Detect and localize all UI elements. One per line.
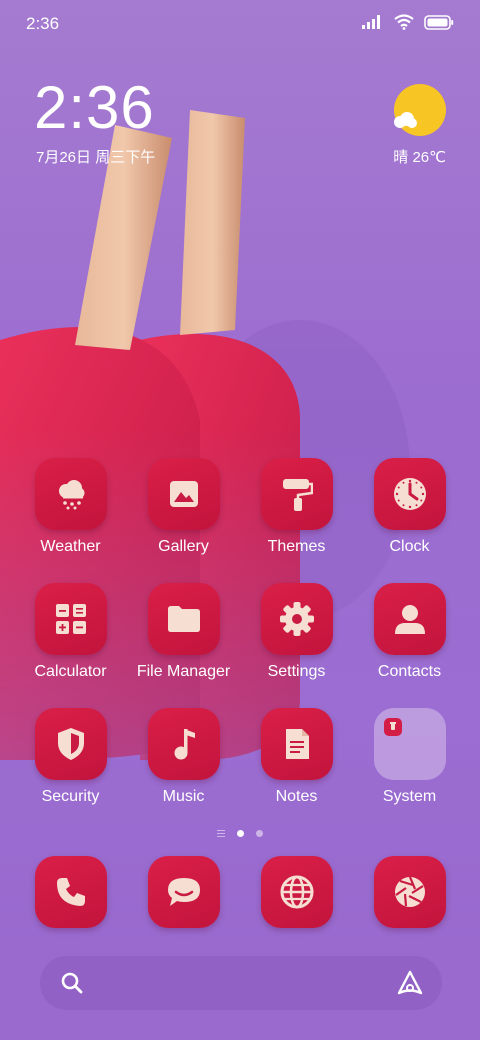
gallery-icon: [147, 458, 220, 530]
app-label: Weather: [40, 538, 101, 555]
messages-icon: [147, 856, 220, 928]
signal-icon: [362, 15, 380, 29]
page-dot-active: [237, 830, 244, 837]
voice-assistant-icon[interactable]: [396, 969, 424, 997]
page-dot: [256, 830, 263, 837]
themes-icon: [260, 458, 333, 530]
app-gallery[interactable]: Gallery: [127, 458, 240, 556]
wifi-icon: [394, 14, 414, 30]
app-label: System: [382, 788, 437, 805]
app-label: Clock: [389, 538, 430, 555]
app-clock[interactable]: Clock: [353, 458, 466, 556]
app-label: Themes: [267, 538, 326, 555]
app-label: Notes: [275, 788, 318, 805]
mini-app-icon: [383, 718, 402, 736]
app-label: File Manager: [136, 663, 231, 680]
browser-icon: [260, 856, 333, 928]
app-label: Security: [41, 788, 100, 805]
status-time: 2:36: [26, 14, 60, 33]
gear-icon: [260, 583, 333, 655]
app-weather[interactable]: Weather: [14, 458, 127, 556]
app-notes[interactable]: Notes: [240, 708, 353, 806]
app-label: Calculator: [34, 663, 107, 680]
app-music[interactable]: Music: [127, 708, 240, 806]
app-label: Gallery: [158, 538, 209, 555]
dock-phone[interactable]: [14, 856, 127, 928]
notes-icon: [260, 708, 333, 780]
app-label: Music: [162, 788, 205, 805]
search-icon: [61, 972, 83, 994]
status-bar: 2:36: [0, 0, 480, 50]
app-themes[interactable]: Themes: [240, 458, 353, 556]
folder-icon: [147, 583, 220, 655]
calculator-icon: [34, 583, 107, 655]
app-folder-system[interactable]: System: [353, 708, 466, 806]
clock-icon: [373, 458, 446, 530]
app-calculator[interactable]: Calculator: [14, 583, 127, 681]
page-indicator-list-icon: [217, 830, 225, 837]
app-file-manager[interactable]: File Manager: [127, 583, 240, 681]
dock-messages[interactable]: [127, 856, 240, 928]
page-indicator[interactable]: [0, 830, 480, 837]
clock-widget-date: 7月26日 周三下午: [36, 149, 156, 166]
dock-camera[interactable]: [353, 856, 466, 928]
sun-icon: [394, 84, 446, 136]
contacts-icon: [373, 583, 446, 655]
cloud-icon: [394, 112, 417, 128]
app-settings[interactable]: Settings: [240, 583, 353, 681]
battery-icon: [424, 14, 454, 30]
music-icon: [147, 708, 220, 780]
search-bar[interactable]: [40, 956, 442, 1010]
dock-browser[interactable]: [240, 856, 353, 928]
folder-group-icon: [373, 708, 446, 780]
shield-icon: [34, 708, 107, 780]
app-label: Contacts: [377, 663, 442, 680]
dock: [14, 856, 466, 932]
app-contacts[interactable]: Contacts: [353, 583, 466, 681]
weather-widget[interactable]: 晴 26℃: [356, 84, 446, 174]
weather-condition-temp: 晴 26℃: [393, 149, 446, 166]
weather-icon: [34, 458, 107, 530]
app-security[interactable]: Security: [14, 708, 127, 806]
clock-widget-time[interactable]: 2:36: [34, 78, 155, 138]
app-label: Settings: [267, 663, 326, 680]
camera-icon: [373, 856, 446, 928]
phone-icon: [34, 856, 107, 928]
